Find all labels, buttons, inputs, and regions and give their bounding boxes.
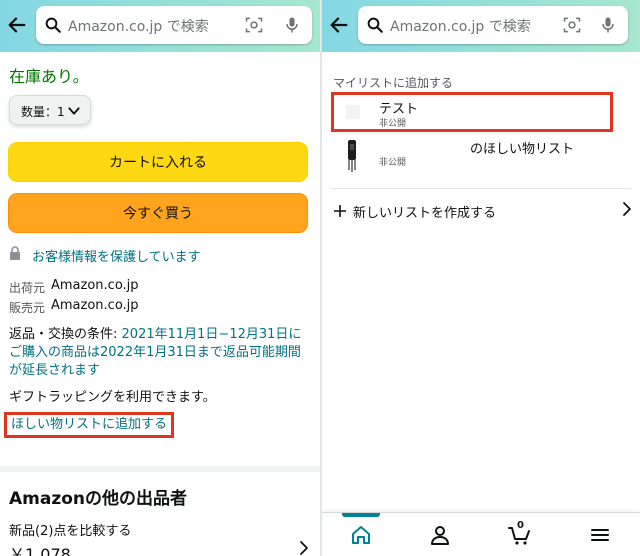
- offer-price: ￥1,078: [9, 545, 71, 556]
- bottom-navigation: 0: [322, 512, 640, 556]
- lock-icon: [10, 246, 20, 260]
- quantity-dropdown[interactable]: 数量：1: [9, 95, 91, 125]
- add-to-wishlist-link[interactable]: ほしい物リストに追加する: [4, 412, 175, 438]
- header-bar: Amazon.co.jp で検索: [0, 0, 320, 52]
- list-name: テスト: [379, 102, 419, 117]
- list-name: のほしい物リスト: [470, 142, 575, 157]
- search-icon: [45, 17, 61, 33]
- camera-scan-icon[interactable]: [562, 15, 582, 35]
- account-icon[interactable]: [428, 523, 452, 547]
- buy-now-button[interactable]: 今すぐ買う: [8, 193, 308, 233]
- shipper-value: Amazon.co.jp: [51, 278, 139, 293]
- search-input[interactable]: Amazon.co.jp で検索: [358, 6, 628, 44]
- list-item[interactable]: のほしい物リスト 非公開: [331, 138, 613, 178]
- active-tab-indicator: [342, 513, 380, 517]
- home-icon[interactable]: [349, 523, 373, 547]
- chevron-right-icon: [623, 202, 631, 216]
- list-thumbnail: [346, 105, 360, 119]
- search-icon: [367, 17, 383, 33]
- compare-offers-link[interactable]: 新品(2)点を比較する: [9, 520, 131, 539]
- header-bar: Amazon.co.jp で検索: [322, 0, 640, 52]
- cart-button[interactable]: 0: [508, 520, 532, 547]
- list-item[interactable]: テスト 非公開: [331, 92, 613, 132]
- plus-icon: [334, 205, 346, 217]
- microphone-icon[interactable]: [282, 14, 302, 36]
- return-policy: 返品・交換の条件: 2021年11月1日−12月31日にご購入の商品は2022年…: [9, 326, 309, 380]
- back-arrow-icon[interactable]: [328, 14, 350, 36]
- search-placeholder: Amazon.co.jp で検索: [390, 19, 531, 35]
- chevron-down-icon: [68, 107, 80, 115]
- menu-icon[interactable]: [588, 523, 612, 547]
- gift-wrap-note: ギフトラッピングを利用できます。: [9, 390, 216, 405]
- return-policy-label: 返品・交換の条件:: [9, 327, 118, 342]
- create-new-list-label: 新しいリストを作成する: [353, 206, 497, 221]
- create-new-list-button[interactable]: 新しいリストを作成する: [331, 196, 633, 226]
- section-divider: [0, 466, 320, 472]
- chevron-right-icon[interactable]: [298, 540, 310, 556]
- other-sellers-title: Amazonの他の出品者: [9, 489, 188, 509]
- back-arrow-icon[interactable]: [6, 14, 28, 36]
- product-thumbnail-icon: [348, 140, 356, 172]
- list-visibility: 非公開: [379, 158, 407, 168]
- quantity-label: 数量：1: [21, 105, 65, 119]
- add-to-list-panel: Amazon.co.jp で検索 マイリストに追加する テスト 非公開 のほしい…: [322, 0, 640, 556]
- list-visibility: 非公開: [379, 119, 407, 129]
- add-to-cart-button[interactable]: カートに入れる: [8, 142, 308, 182]
- microphone-icon[interactable]: [598, 14, 618, 36]
- shipper-label: 出荷元: [9, 281, 46, 295]
- cart-count-badge: 0: [517, 520, 524, 531]
- search-input[interactable]: Amazon.co.jp で検索: [36, 6, 312, 44]
- secure-transaction-link[interactable]: お客様情報を保護しています: [32, 246, 201, 265]
- camera-scan-icon[interactable]: [244, 15, 264, 35]
- product-detail-panel: Amazon.co.jp で検索 在庫あり。 数量：1 カートに入れる 今すぐ買…: [0, 0, 320, 556]
- stock-status: 在庫あり。: [9, 67, 89, 86]
- list-divider: [331, 188, 631, 189]
- search-placeholder: Amazon.co.jp で検索: [68, 19, 209, 35]
- seller-label: 販売元: [9, 301, 46, 315]
- add-to-my-list-title: マイリストに追加する: [333, 76, 454, 90]
- seller-value: Amazon.co.jp: [51, 298, 139, 313]
